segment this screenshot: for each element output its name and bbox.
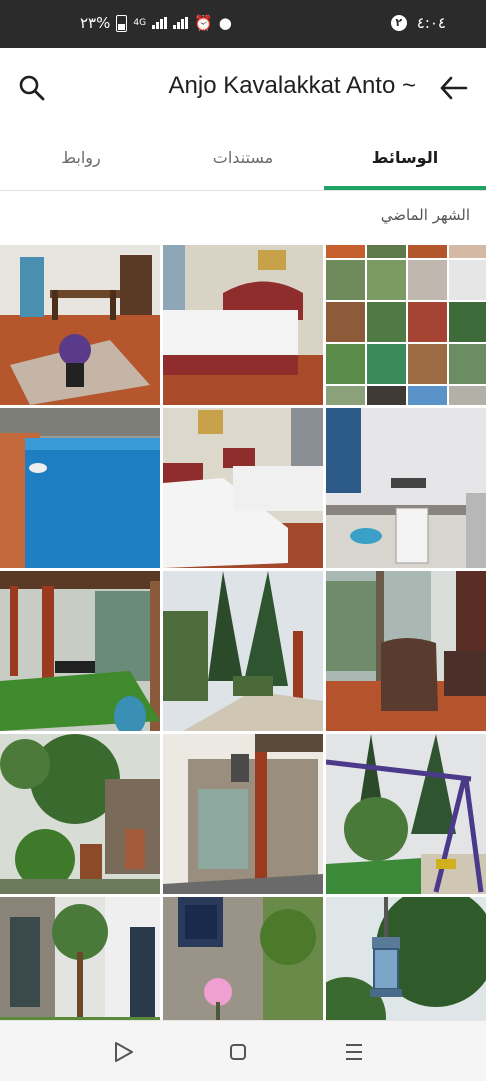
status-icons-left: ٢٣% 4G ⏰ ● — [80, 14, 232, 32]
nav-back-button[interactable] — [108, 1037, 138, 1067]
square-home-icon — [230, 1044, 246, 1060]
tab-bar: الوسائط مستندات روابط — [0, 130, 486, 191]
media-thumbnail-pool[interactable] — [0, 408, 160, 568]
media-thumbnail-bedroom[interactable] — [163, 245, 323, 405]
media-thumbnail-garden-trees[interactable] — [0, 734, 160, 894]
active-tab-indicator — [324, 186, 486, 190]
battery-icon — [116, 14, 128, 32]
tab-links[interactable]: روابط — [0, 130, 162, 190]
media-thumbnail-kitchen[interactable] — [326, 408, 486, 568]
location-icon: ● — [218, 14, 232, 32]
nav-home-button[interactable] — [223, 1037, 253, 1067]
back-button[interactable] — [436, 70, 472, 106]
search-button[interactable] — [14, 70, 50, 106]
section-header: الشهر الماضي — [380, 206, 470, 224]
clock: ٤:٠٤ — [416, 14, 446, 32]
nav-menu-button[interactable] — [339, 1037, 369, 1067]
alarm-icon: ⏰ — [194, 14, 213, 32]
signal-icon-2 — [173, 17, 189, 29]
triangle-back-icon — [115, 1042, 133, 1062]
tab-media-label: الوسائط — [371, 148, 439, 167]
media-grid — [0, 245, 486, 1020]
media-thumbnail-armchair[interactable] — [326, 571, 486, 731]
status-bar: ٢٣% 4G ⏰ ● ٢ ٤:٠٤ — [0, 0, 486, 48]
media-thumbnail-collage[interactable] — [326, 245, 486, 405]
system-nav-bar — [0, 1020, 486, 1081]
signal-icon — [152, 17, 168, 29]
media-thumbnail-stone-wall-flowers[interactable] — [163, 897, 323, 1020]
media-thumbnail-stone-building[interactable] — [163, 734, 323, 894]
tab-links-label: روابط — [61, 148, 101, 167]
media-thumbnail-house-exterior[interactable] — [0, 897, 160, 1020]
app-bar: Anjo Kavalakkat Anto ~ — [0, 48, 486, 130]
media-thumbnail-swing[interactable] — [326, 734, 486, 894]
media-thumbnail-living-room[interactable] — [0, 245, 160, 405]
network-type: 4G — [133, 18, 147, 28]
tab-media[interactable]: الوسائط — [324, 130, 486, 190]
search-icon — [19, 75, 45, 101]
chat-title: Anjo Kavalakkat Anto ~ — [168, 72, 417, 99]
notification-badge: ٢ — [390, 15, 407, 31]
media-thumbnail-lantern-tree[interactable] — [326, 897, 486, 1020]
battery-percent: ٢٣% — [80, 14, 111, 32]
media-thumbnail-twin-beds[interactable] — [163, 408, 323, 568]
menu-lines-icon — [346, 1044, 362, 1060]
media-thumbnail-pine-garden[interactable] — [163, 571, 323, 731]
tab-documents[interactable]: مستندات — [162, 130, 324, 190]
media-thumbnail-pergola[interactable] — [0, 571, 160, 731]
tab-documents-label: مستندات — [212, 148, 274, 167]
status-icons-right: ٢ ٤:٠٤ — [390, 14, 446, 32]
arrow-left-icon — [440, 76, 468, 100]
